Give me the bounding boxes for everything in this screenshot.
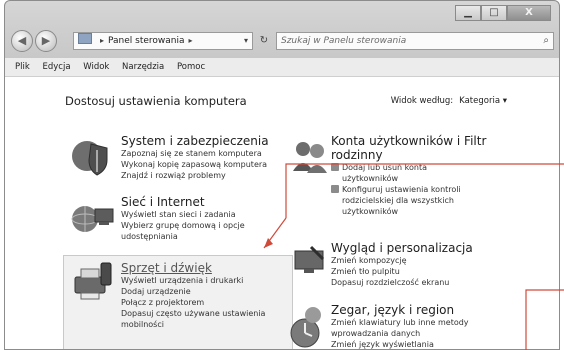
annotation-line: [285, 163, 564, 218]
annotation-line-2: [525, 289, 564, 350]
annotation-arrowhead: [264, 238, 273, 248]
annotation-overlay: [263, 163, 564, 350]
